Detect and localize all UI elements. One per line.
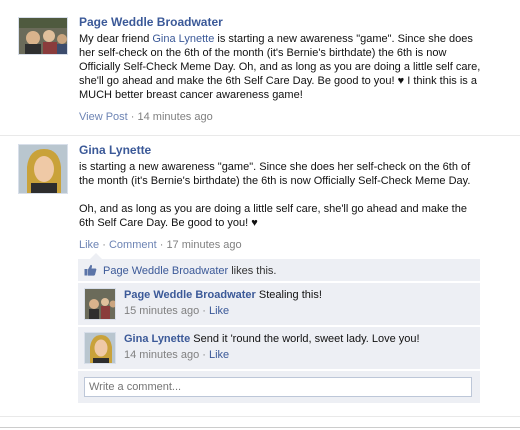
meta-separator: · [99, 239, 109, 251]
write-comment-row [78, 371, 480, 404]
comment-avatar-gina-lynette[interactable] [84, 332, 116, 364]
post1-meta: View Post · 14 minutes ago [79, 110, 213, 124]
avatar-gina-lynette[interactable] [18, 144, 68, 194]
comment-meta: 15 minutes ago · Like [124, 304, 229, 318]
post2-message: is starting a new awareness "game". Sinc… [79, 160, 509, 230]
post2-timestamp[interactable]: 17 minutes ago [166, 239, 241, 251]
post1-message: My dear friend Gina Lynette is starting … [79, 32, 509, 102]
post1-mention[interactable]: Gina Lynette [152, 33, 214, 45]
comment-avatar-page-weddle[interactable] [84, 288, 116, 320]
comment-text: Gina Lynette Send it 'round the world, s… [124, 332, 420, 346]
profile-photo-icon [85, 333, 115, 363]
comment-body: Send it 'round the world, sweet lady. Lo… [190, 333, 420, 345]
profile-photo-icon [19, 145, 67, 193]
comment-link[interactable]: Comment [109, 239, 157, 251]
comment-author[interactable]: Gina Lynette [124, 333, 190, 345]
comments-section: Page Weddle Broadwater likes this. Page … [78, 253, 480, 409]
post2-author[interactable]: Gina Lynette [79, 143, 151, 157]
meta-separator: · [127, 111, 138, 123]
post2-p2-line-2: 6th Self Care Day. Be good to you! ♥ [79, 217, 258, 229]
meta-separator: · [156, 239, 167, 251]
post1-author[interactable]: Page Weddle Broadwater [79, 15, 223, 29]
profile-photo-icon [19, 18, 67, 54]
comment-text: Page Weddle Broadwater Stealing this! [124, 288, 322, 302]
story-page-weddle: Page Weddle Broadwater My dear friend Gi… [0, 0, 520, 135]
post2-meta: Like · Comment · 17 minutes ago [79, 238, 242, 252]
likes-row: Page Weddle Broadwater likes this. [78, 259, 480, 282]
post1-line-3: Officially Self-Check Meme Day. Oh, and … [79, 61, 481, 73]
post1-line-1-text: is starting a new awareness "game". Sinc… [217, 33, 473, 45]
likes-text: Page Weddle Broadwater likes this. [103, 264, 276, 278]
comment-item: Page Weddle Broadwater Stealing this! 15… [78, 283, 480, 326]
comment-body: Stealing this! [255, 289, 322, 301]
post1-line-5: MUCH better breast cancer awareness game… [79, 89, 303, 101]
post1-line-4: she'll go ahead and make the 6th Self Ca… [79, 75, 477, 87]
comment-timestamp[interactable]: 15 minutes ago [124, 305, 199, 317]
comment-item: Gina Lynette Send it 'round the world, s… [78, 327, 480, 370]
story-gina-lynette: Gina Lynette is starting a new awareness… [0, 136, 520, 416]
likes-suffix: likes this. [228, 265, 277, 277]
like-link[interactable]: Like [79, 239, 99, 251]
post1-timestamp[interactable]: 14 minutes ago [138, 111, 213, 123]
comment-author[interactable]: Page Weddle Broadwater [124, 289, 256, 301]
post1-line-2: her self-check on the 6th of the month (… [79, 47, 447, 59]
meta-separator: · [199, 305, 209, 317]
comment-like-link[interactable]: Like [209, 349, 229, 361]
comment-timestamp[interactable]: 14 minutes ago [124, 349, 199, 361]
bottom-border [0, 427, 520, 428]
likes-name[interactable]: Page Weddle Broadwater [103, 265, 228, 277]
post2-p1-line-1: is starting a new awareness "game". Sinc… [79, 161, 471, 173]
post1-message-prefix: My dear friend [79, 33, 153, 45]
comment-input[interactable] [84, 377, 472, 397]
view-post-link[interactable]: View Post [79, 111, 128, 123]
post2-p2-line-1: Oh, and as long as you are doing a littl… [79, 203, 467, 215]
post2-p1-line-2: the month (it's Bernie's birthdate) the … [79, 175, 471, 187]
story-divider [0, 416, 520, 417]
comment-like-link[interactable]: Like [209, 305, 229, 317]
comment-meta: 14 minutes ago · Like [124, 348, 229, 362]
meta-separator: · [199, 349, 209, 361]
avatar-page-weddle[interactable] [18, 17, 68, 55]
post1-line-1: My dear friend Gina Lynette is starting … [79, 32, 509, 46]
profile-photo-icon [85, 289, 115, 319]
thumbs-up-icon [84, 264, 97, 280]
